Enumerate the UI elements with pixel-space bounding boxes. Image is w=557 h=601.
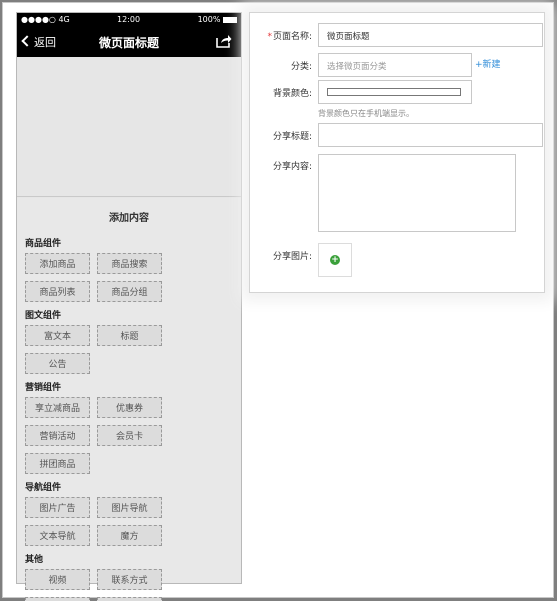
add-component-button[interactable]: 商品列表 [25, 281, 90, 302]
add-component-button[interactable]: 自定义模块 [97, 597, 162, 601]
preview-area [17, 57, 241, 197]
panel-title: 添加内容 [109, 213, 149, 224]
bg-color-label: 背景颜色: [272, 89, 312, 99]
component-button-group: 图片广告 图片导航 文本导航 魔方 [25, 497, 233, 546]
add-content-panel: 添加内容 商品组件添加商品 商品搜索 商品列表 商品分组图文组件富文本 标题 公告营销组件… [17, 198, 241, 601]
add-component-button[interactable]: 营销活动 [25, 425, 90, 446]
share-content-label: 分享内容: [272, 162, 312, 172]
share-image-label: 分享图片: [272, 252, 312, 262]
add-component-button[interactable]: 图片广告 [25, 497, 90, 518]
component-button-group: 视频联系方式进入店铺 自定义模块 [25, 569, 233, 601]
add-component-button[interactable]: 商品搜索 [97, 253, 162, 274]
component-group-title: 图文组件 [25, 311, 62, 321]
signal-indicator: ●●●●○ 4G [21, 15, 70, 24]
page-name-label: *页面名称: [267, 32, 312, 42]
status-bar: ●●●●○ 4G 12:00 100% [17, 13, 241, 27]
share-content-textarea[interactable] [318, 154, 516, 232]
add-component-button[interactable]: 富文本 [25, 325, 90, 346]
share-image-upload[interactable]: + [318, 243, 352, 277]
share-title-label: 分享标题: [272, 132, 312, 142]
add-component-button[interactable]: 魔方 [97, 525, 162, 546]
color-swatch [327, 88, 461, 96]
plus-circle-icon: + [330, 255, 340, 265]
add-component-button[interactable]: 公告 [25, 353, 90, 374]
component-group-title: 营销组件 [25, 383, 62, 393]
add-component-button[interactable]: 视频 [25, 569, 90, 590]
add-component-button[interactable]: 联系方式 [97, 569, 162, 590]
component-group-title: 商品组件 [25, 239, 62, 249]
add-component-button[interactable]: 享立减商品 [25, 397, 90, 418]
share-title-input[interactable] [318, 123, 543, 147]
add-component-button[interactable]: 会员卡 [97, 425, 162, 446]
component-button-group: 享立减商品 优惠券 营销活动 会员卡 拼团商品 [25, 397, 233, 474]
page-name-row: *页面名称: 微页面标题 [250, 23, 544, 47]
category-select[interactable]: 选择微页面分类 [318, 53, 472, 77]
phone-navbar: 返回 微页面标题 [17, 27, 241, 57]
component-button-group: 添加商品 商品搜索 商品列表 商品分组 [25, 253, 233, 302]
bg-color-picker[interactable] [318, 80, 472, 104]
add-component-button[interactable]: 进入店铺 [25, 597, 90, 601]
phone-page-title: 微页面标题 [98, 36, 159, 50]
add-component-button[interactable]: 文本导航 [25, 525, 90, 546]
add-component-button[interactable]: 拼团商品 [25, 453, 90, 474]
bg-color-row: 背景颜色: [250, 80, 544, 104]
phone-preview: ●●●●○ 4G 12:00 100% 返回 微页面标题 添加内容 商品组件 添加… [16, 12, 242, 601]
share-title-row: 分享标题: [250, 123, 544, 147]
component-group-title: 其他 [25, 555, 44, 565]
component-group-title: 导航组件 [25, 483, 62, 493]
add-component-button[interactable]: 添加商品 [25, 253, 90, 274]
bg-color-hint: 背景颜色只在手机端显示。 [318, 109, 414, 118]
add-component-button[interactable]: 商品分组 [97, 281, 162, 302]
page-name-input[interactable]: 微页面标题 [318, 23, 543, 47]
add-component-button[interactable]: 图片导航 [97, 497, 162, 518]
category-label: 分类: [290, 62, 312, 72]
new-category-link[interactable]: +新建 [475, 57, 501, 70]
page-editor: ●●●●○ 4G 12:00 100% 返回 微页面标题 添加内容 商品组件 添加… [2, 2, 554, 601]
required-mark: * [267, 32, 272, 42]
component-button-group: 富文本 标题 公告 [25, 325, 233, 374]
add-component-button[interactable]: 优惠券 [97, 397, 162, 418]
status-time: 12:00 [117, 15, 141, 24]
battery-indicator: 100% [198, 15, 237, 24]
add-component-button[interactable]: 标题 [97, 325, 162, 346]
share-icon[interactable] [216, 34, 232, 48]
page-settings-form: *页面名称: 微页面标题 分类: 选择微页面分类 +新建 背景颜色: 背景颜色只… [249, 12, 545, 293]
